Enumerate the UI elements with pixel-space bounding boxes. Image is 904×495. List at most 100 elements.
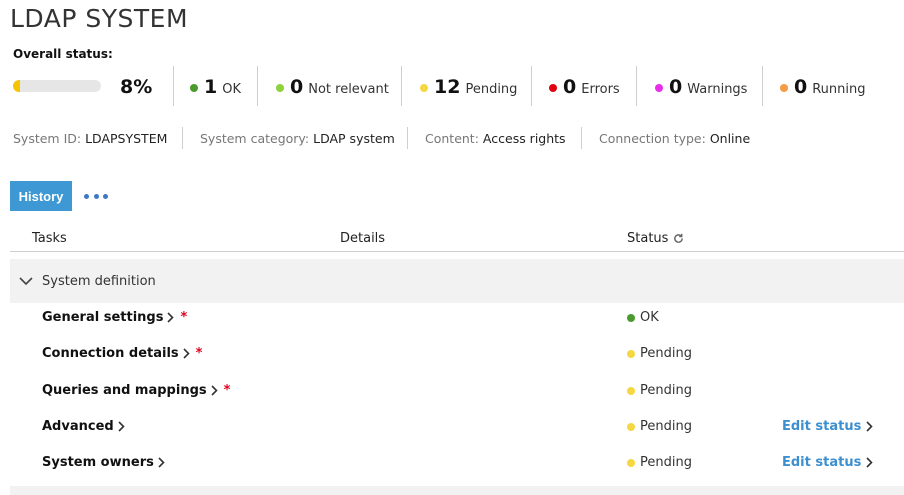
meta-divider	[407, 127, 408, 149]
stat-label: Pending	[465, 82, 518, 97]
required-marker: *	[180, 310, 188, 325]
overall-progress-percent: 8%	[120, 76, 153, 98]
table-row: Advanced Pending Edit status	[10, 411, 904, 447]
page-title: LDAP SYSTEM	[10, 4, 189, 33]
task-status-label: OK	[640, 310, 659, 325]
status-dot-icon	[276, 84, 284, 92]
task-status-label: Pending	[640, 419, 692, 434]
task-name: System owners	[42, 455, 154, 470]
edit-status-label: Edit status	[782, 419, 862, 434]
task-link[interactable]: Connection details *	[42, 346, 202, 361]
stat-divider	[636, 66, 637, 106]
edit-status-link[interactable]: Edit status	[782, 455, 873, 470]
ellipsis-dot	[84, 193, 89, 199]
stat-label: Warnings	[687, 82, 748, 97]
stat-count: 1	[204, 76, 218, 98]
meta-system-id: System ID: LDAPSYSTEM	[13, 131, 167, 146]
task-status: Pending	[627, 383, 692, 398]
overall-progress-fill	[13, 80, 21, 92]
task-link[interactable]: Queries and mappings *	[42, 383, 230, 398]
task-name: General settings	[42, 310, 164, 325]
meta-connection-type: Connection type: Online	[599, 131, 750, 146]
task-link[interactable]: System owners	[42, 455, 165, 470]
table-header: Tasks Details Status	[10, 226, 904, 252]
meta-key: System category:	[200, 131, 310, 146]
stat-warnings[interactable]: 0 Warnings	[655, 76, 747, 98]
stat-not-relevant[interactable]: 0 Not relevant	[276, 76, 389, 98]
overall-progress-bar	[13, 80, 101, 92]
status-dot-icon	[627, 349, 635, 358]
column-header-status[interactable]: Status	[627, 231, 684, 246]
ellipsis-dot	[103, 193, 108, 199]
chevron-right-icon	[183, 348, 190, 359]
stat-count: 0	[794, 76, 808, 98]
meta-value: LDAP system	[313, 131, 395, 146]
column-header-tasks[interactable]: Tasks	[32, 231, 67, 246]
stat-running[interactable]: 0 Running	[780, 76, 866, 98]
chevron-right-icon	[211, 385, 218, 396]
edit-status-link[interactable]: Edit status	[782, 419, 873, 434]
meta-value: LDAPSYSTEM	[85, 131, 168, 146]
column-header-details[interactable]: Details	[340, 231, 385, 246]
meta-divider	[581, 127, 582, 149]
section-system-definition[interactable]: System definition	[10, 259, 904, 303]
table-row: General settings * OK	[10, 302, 904, 338]
chevron-right-icon	[118, 421, 125, 432]
section-label: System definition	[42, 273, 156, 289]
task-status-label: Pending	[640, 455, 692, 470]
task-status-label: Pending	[640, 346, 692, 361]
table-row: Queries and mappings * Pending	[10, 375, 904, 411]
status-dot-icon	[420, 84, 428, 92]
stat-errors[interactable]: 0 Errors	[549, 76, 620, 98]
status-dot-icon	[655, 84, 663, 92]
required-marker: *	[195, 346, 203, 361]
task-status: Pending	[627, 346, 692, 361]
stat-label: Errors	[581, 82, 620, 97]
ellipsis-icon[interactable]	[84, 188, 108, 204]
stat-label: OK	[222, 82, 241, 97]
stat-divider	[257, 66, 258, 106]
stat-divider	[401, 66, 402, 106]
task-status: Pending	[627, 455, 692, 470]
task-link[interactable]: Advanced	[42, 419, 125, 434]
ellipsis-dot	[93, 193, 99, 199]
task-name: Advanced	[42, 419, 114, 434]
status-dot-icon	[549, 84, 557, 92]
stat-label: Running	[812, 82, 866, 97]
stat-label: Not relevant	[308, 82, 389, 97]
chevron-right-icon	[866, 457, 873, 468]
required-marker: *	[223, 383, 231, 398]
task-status-label: Pending	[640, 383, 692, 398]
meta-key: System ID:	[13, 131, 82, 146]
chevron-right-icon	[167, 312, 175, 323]
meta-key: Content:	[425, 131, 479, 146]
task-link[interactable]: General settings *	[42, 310, 187, 325]
chevron-right-icon	[158, 457, 165, 468]
chevron-right-icon	[866, 421, 873, 432]
stat-divider	[531, 66, 532, 106]
stat-ok[interactable]: 1 OK	[190, 76, 241, 98]
status-dot-icon	[190, 84, 198, 92]
meta-value: Access rights	[482, 131, 566, 146]
meta-divider	[182, 127, 183, 149]
task-status: Pending	[627, 419, 692, 434]
table-row: Connection details * Pending	[10, 338, 904, 374]
stat-count: 0	[290, 76, 304, 98]
status-dot-icon	[627, 422, 635, 431]
next-section-band	[10, 486, 904, 495]
chevron-down-icon[interactable]	[18, 273, 34, 289]
status-dot-icon	[627, 313, 635, 322]
stat-divider	[762, 66, 763, 106]
refresh-icon[interactable]	[673, 233, 684, 244]
status-dot-icon	[780, 84, 788, 92]
history-button[interactable]: History	[10, 181, 72, 211]
meta-content: Content: Access rights	[425, 131, 566, 146]
stat-count: 12	[434, 76, 461, 98]
table-row: System owners Pending Edit status	[10, 447, 904, 483]
status-dot-icon	[627, 386, 635, 395]
meta-system-category: System category: LDAP system	[200, 131, 395, 146]
status-dot-icon	[627, 458, 635, 467]
stat-pending[interactable]: 12 Pending	[420, 76, 517, 98]
stat-count: 0	[563, 76, 577, 98]
meta-value: Online	[709, 131, 751, 146]
